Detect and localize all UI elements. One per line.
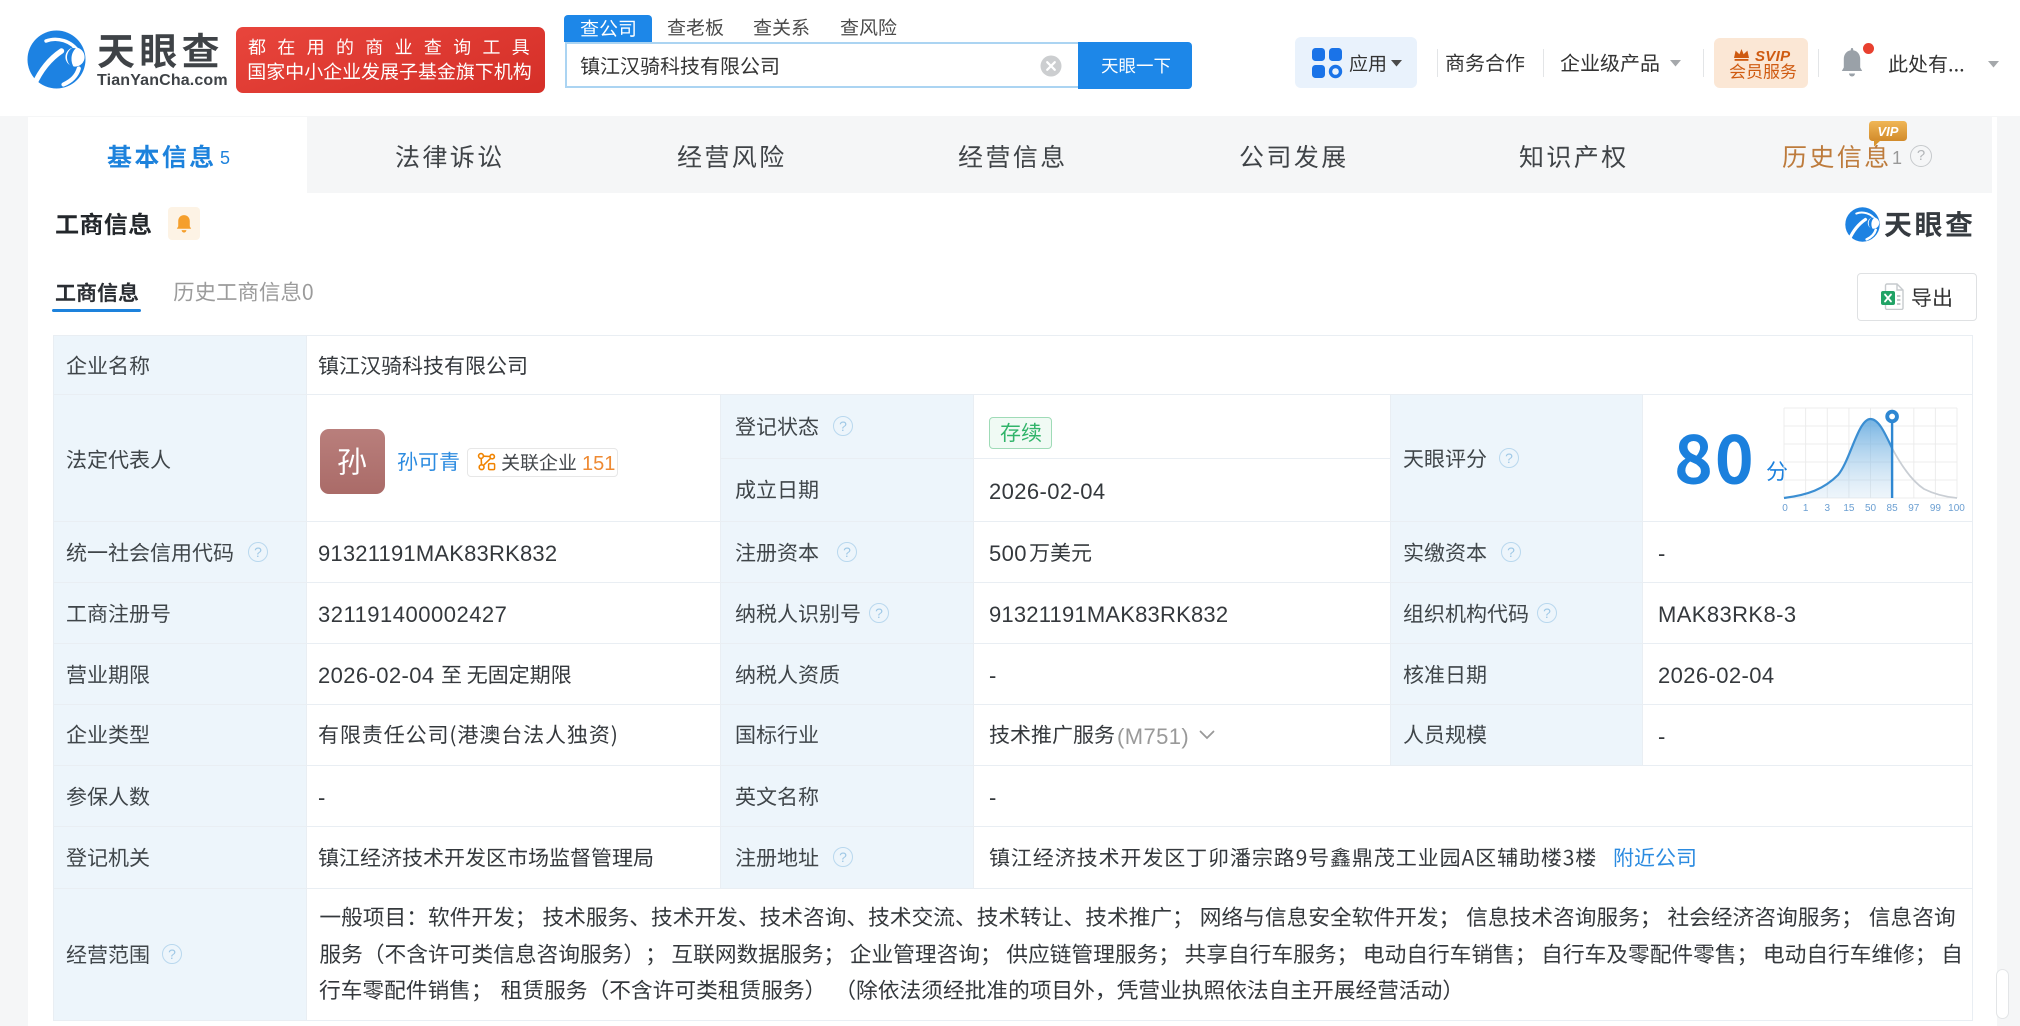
svg-text:100: 100	[1948, 503, 1965, 514]
svg-text:VIP: VIP	[1878, 124, 1899, 139]
svg-text:50: 50	[1865, 503, 1877, 514]
svg-text:15: 15	[1843, 503, 1855, 514]
svg-text:85: 85	[1887, 503, 1899, 514]
svg-text:97: 97	[1908, 503, 1920, 514]
svg-text:99: 99	[1930, 503, 1942, 514]
svg-text:3: 3	[1825, 503, 1831, 514]
svg-text:1: 1	[1803, 503, 1809, 514]
svg-text:0: 0	[1782, 503, 1788, 514]
